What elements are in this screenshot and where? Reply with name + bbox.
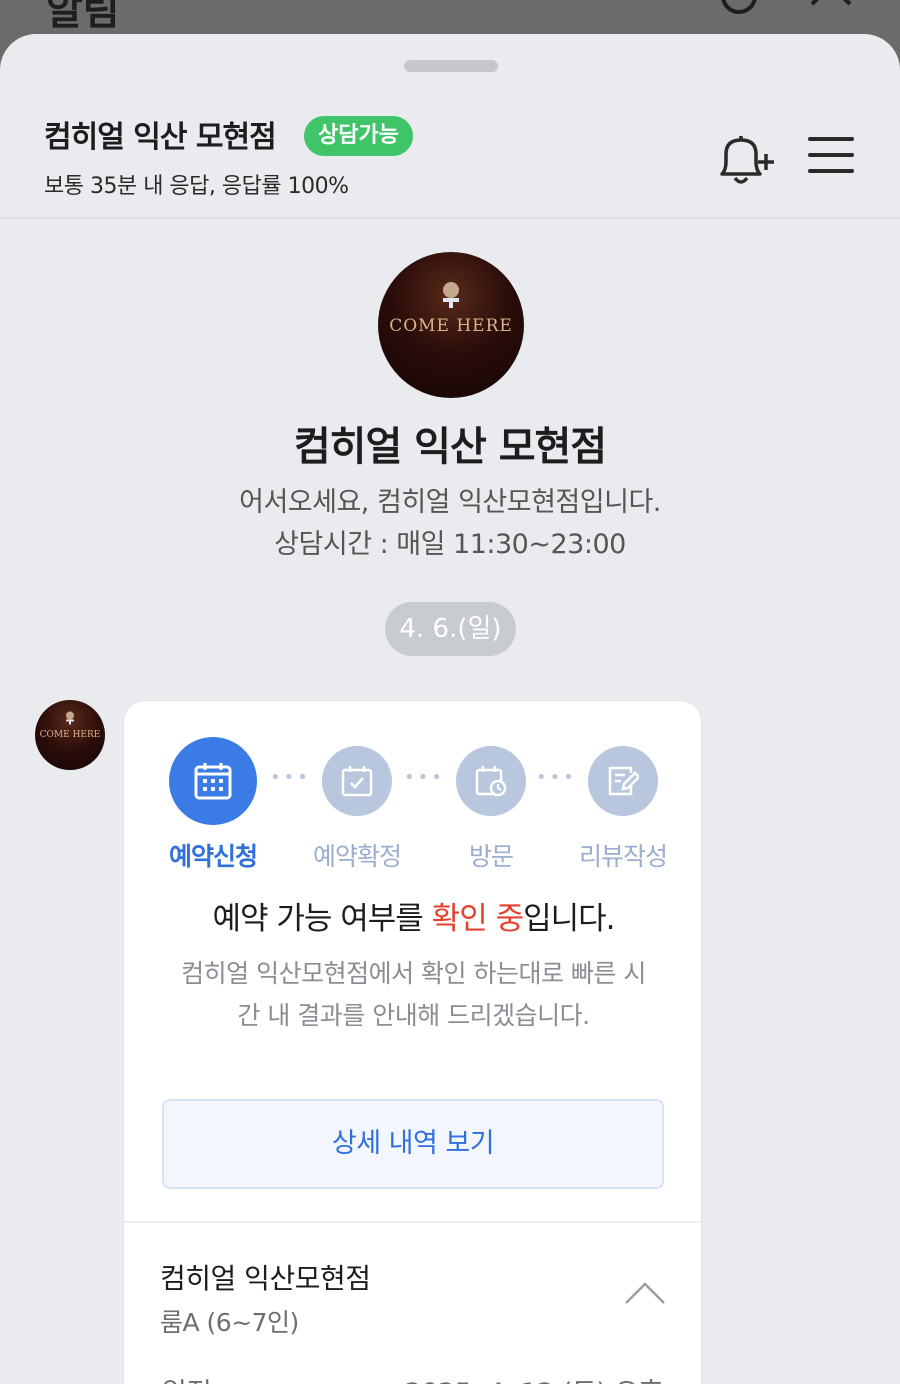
step-connector: ••• bbox=[536, 767, 577, 788]
notification-add-icon[interactable] bbox=[714, 132, 778, 188]
response-info: 보통 35분 내 응답, 응답률 100% bbox=[44, 174, 349, 199]
step-visit bbox=[456, 746, 526, 816]
calendar-grid-icon bbox=[194, 763, 232, 800]
step-label-confirm: 예약확정 bbox=[312, 842, 402, 871]
chat-header: 컴히얼 익산 모현점 상담가능 보통 35분 내 응답, 응답률 100% bbox=[0, 34, 900, 219]
step-label-visit: 방문 bbox=[468, 842, 514, 871]
date-divider: 4. 6.(일) bbox=[385, 602, 516, 656]
edit-note-icon bbox=[608, 766, 639, 796]
gear-icon[interactable] bbox=[716, 0, 762, 22]
status-highlight: 확인 중 bbox=[431, 901, 524, 937]
greeting-text: 어서오세요, 컴히얼 익산모현점입니다. 상담시간 : 매일 11:30~23:… bbox=[0, 482, 900, 566]
schedule-label: 일정 bbox=[162, 1371, 212, 1384]
calendar-check-icon bbox=[341, 766, 373, 797]
step-connector: ••• bbox=[270, 767, 311, 788]
menu-icon[interactable] bbox=[808, 134, 854, 176]
avatar[interactable]: COME HERE bbox=[35, 700, 105, 770]
status-message: 예약 가능 여부를 확인 중입니다. bbox=[124, 893, 701, 938]
step-review bbox=[588, 746, 658, 816]
calendar-clock-icon bbox=[475, 766, 507, 797]
step-connector: ••• bbox=[404, 767, 445, 788]
close-icon[interactable] bbox=[808, 0, 854, 22]
description-line: 컴히얼 익산모현점에서 확인 하는대로 빠른 시 bbox=[181, 959, 646, 988]
lamp-icon bbox=[443, 282, 459, 308]
status-message-part: 예약 가능 여부를 bbox=[212, 901, 432, 937]
store-title: 컴히얼 익산 모현점 bbox=[44, 120, 277, 155]
divider bbox=[124, 1221, 701, 1223]
avatar-logo-text: COME HERE bbox=[39, 730, 101, 740]
status-message-part: 입니다. bbox=[523, 901, 615, 937]
status-badge: 상담가능 bbox=[304, 116, 413, 156]
reservation-card: ••• ••• ••• 예약신청 예약확정 방문 리뷰작성 예약 가능 여부를 … bbox=[123, 700, 702, 1384]
status-description: 컴히얼 익산모현점에서 확인 하는대로 빠른 시 간 내 결과를 안내해 드리겠… bbox=[154, 953, 673, 1037]
step-request bbox=[169, 737, 257, 825]
chevron-up-icon[interactable] bbox=[624, 1281, 666, 1305]
store-profile-image[interactable]: COME HERE bbox=[378, 252, 524, 398]
step-label-request: 예약신청 bbox=[168, 842, 258, 871]
greeting-line: 어서오세요, 컴히얼 익산모현점입니다. bbox=[239, 487, 661, 518]
background-title: 알림 bbox=[46, 0, 120, 34]
step-label-review: 리뷰작성 bbox=[578, 842, 668, 871]
view-details-button[interactable]: 상세 내역 보기 bbox=[162, 1099, 664, 1189]
store-logo-text: COME HERE bbox=[389, 316, 513, 336]
summary-store-name: 컴히얼 익산모현점 bbox=[160, 1262, 371, 1295]
lamp-icon bbox=[66, 711, 74, 725]
schedule-value: 2025. 4. 12.(토) 오후 2:00 bbox=[344, 1371, 664, 1384]
chat-sheet: 컴히얼 익산 모현점 상담가능 보통 35분 내 응답, 응답률 100% CO… bbox=[0, 34, 900, 1384]
summary-room: 룸A (6~7인) bbox=[160, 1308, 299, 1337]
step-confirm bbox=[322, 746, 392, 816]
consult-hours: 상담시간 : 매일 11:30~23:00 bbox=[274, 529, 626, 560]
description-line: 간 내 결과를 안내해 드리겠습니다. bbox=[237, 1001, 590, 1030]
profile-name: 컴히얼 익산 모현점 bbox=[293, 424, 607, 470]
